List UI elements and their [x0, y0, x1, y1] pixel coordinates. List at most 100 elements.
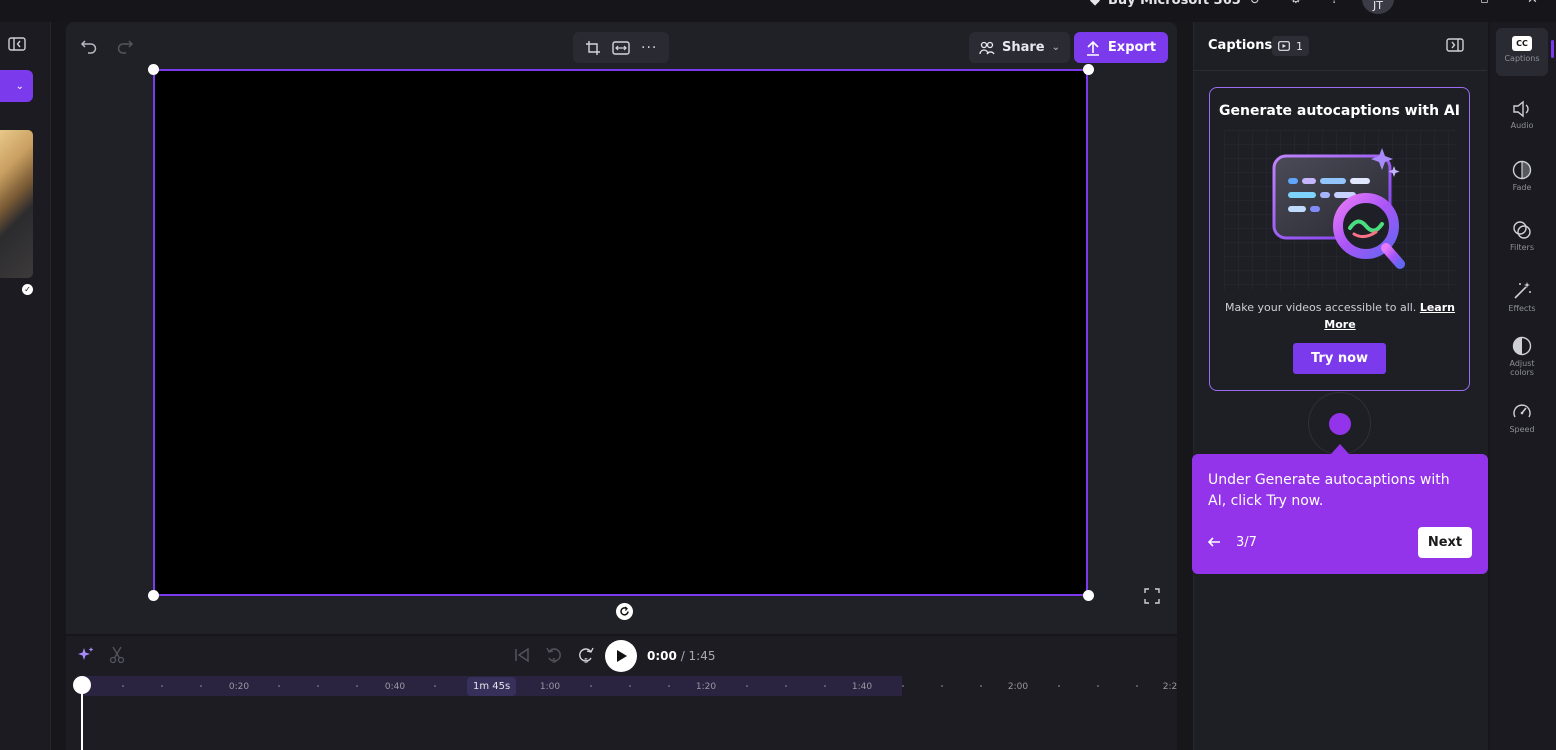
resize-handle-top-right[interactable] — [1083, 64, 1094, 75]
rail-active-indicator — [1551, 40, 1554, 58]
rail-item-fade[interactable]: Fade — [1496, 160, 1548, 192]
more-options-icon[interactable]: ··· — [641, 40, 657, 56]
tick-label: 2:2 — [1162, 682, 1178, 692]
ruler-tick-dot — [590, 685, 592, 687]
tick-label: 1:40 — [851, 682, 873, 692]
ruler-tick-dot — [668, 685, 670, 687]
restore-window-icon[interactable]: ▫ — [1480, 0, 1489, 7]
ruler-tick-dot — [785, 685, 787, 687]
tooltip-text: Under Generate autocaptions with AI, cli… — [1208, 472, 1450, 509]
question-icon[interactable]: ? — [1331, 0, 1338, 7]
buy-microsoft-365-link[interactable]: ◆ Buy Microsoft 365 — [1090, 0, 1241, 8]
upload-icon — [1086, 40, 1100, 56]
resize-handle-bottom-right[interactable] — [1083, 590, 1094, 601]
resize-handle-bottom-left[interactable] — [148, 590, 159, 601]
ruler-tick-dot — [746, 685, 748, 687]
panel-divider — [1193, 70, 1487, 71]
fullscreen-icon[interactable] — [1144, 588, 1160, 604]
close-window-icon[interactable]: ✕ — [1527, 0, 1538, 7]
undo-button[interactable] — [80, 37, 98, 55]
back-arrow-icon[interactable] — [1206, 534, 1222, 550]
rotate-icon[interactable] — [616, 603, 633, 620]
guide-beacon — [1329, 413, 1351, 435]
ruler-tick-dot — [941, 685, 943, 687]
rail-item-captions[interactable]: CC Captions — [1496, 28, 1548, 76]
try-now-button[interactable]: Try now — [1293, 343, 1386, 374]
ruler-tick-dot — [278, 685, 280, 687]
duration-badge: 1m 45s — [467, 677, 517, 696]
media-thumbnail[interactable] — [0, 130, 33, 278]
redo-button[interactable] — [116, 37, 134, 55]
playhead[interactable] — [81, 690, 83, 750]
settings-icon[interactable]: ⚙ — [1290, 0, 1302, 7]
rail-item-filters[interactable]: Filters — [1496, 220, 1548, 252]
ruler-tick-dot — [317, 685, 319, 687]
tooltip-step-counter: 3/7 — [1236, 535, 1257, 550]
rail-label-speed: Speed — [1509, 425, 1535, 434]
adjust-colors-icon — [1512, 336, 1532, 356]
rail-label-filters: Filters — [1510, 243, 1534, 252]
tick-label: 2:00 — [1007, 682, 1029, 692]
diamond-icon: ◆ — [1090, 0, 1100, 8]
magic-wand-icon — [1512, 281, 1532, 301]
rail-label-audio: Audio — [1510, 121, 1534, 130]
chevron-down-icon: ⌄ — [1051, 42, 1060, 53]
ruler-tick-dot — [161, 685, 163, 687]
canvas-toolbar: ··· — [573, 32, 669, 63]
share-button[interactable]: Share ⌄ — [969, 32, 1070, 63]
autocaptions-illustration — [1224, 130, 1456, 290]
sparkle-icon[interactable] — [78, 646, 94, 662]
scissors-icon[interactable] — [109, 646, 125, 664]
collapse-panel-icon[interactable] — [8, 36, 26, 52]
autocaptions-description-text: Make your videos accessible to all. — [1225, 301, 1417, 314]
caption-count-badge: 1 — [1272, 36, 1309, 56]
collapse-panel-icon[interactable] — [1446, 37, 1464, 53]
rail-item-audio[interactable]: Audio — [1496, 100, 1548, 130]
video-preview[interactable] — [153, 69, 1088, 596]
svg-text:5: 5 — [584, 657, 588, 665]
ruler-tick-dot — [122, 685, 124, 687]
rewind-5-icon[interactable]: 5 — [545, 645, 563, 665]
captions-icon: CC — [1512, 36, 1532, 51]
avatar-initials: JT — [1373, 0, 1383, 12]
time-display: 0:00 / 1:45 — [647, 649, 716, 663]
speedometer-icon — [1512, 402, 1532, 422]
help-person-icon[interactable]: ♁ — [1250, 0, 1260, 7]
play-button[interactable] — [605, 640, 637, 672]
resize-handle-top-left[interactable] — [148, 64, 159, 75]
svg-text:5: 5 — [552, 657, 556, 665]
export-button[interactable]: Export — [1074, 32, 1168, 63]
total-time: / 1:45 — [680, 649, 716, 663]
playhead-handle[interactable] — [73, 676, 91, 694]
ruler-tick-dot — [629, 685, 631, 687]
tooltip-pointer — [1331, 444, 1349, 454]
ruler-tick-dot — [200, 685, 202, 687]
add-media-dropdown-button[interactable]: ⌄ — [0, 70, 33, 102]
ruler-tick-dot — [356, 685, 358, 687]
forward-5-icon[interactable]: 5 — [577, 645, 595, 665]
play-icon — [617, 650, 627, 662]
fade-icon — [1512, 160, 1532, 180]
rail-label-effects: Effects — [1508, 304, 1536, 313]
chevron-down-icon: ⌄ — [15, 80, 24, 92]
people-icon — [979, 41, 995, 55]
rail-label-adjust-colors: Adjust colors — [1509, 359, 1535, 377]
tick-label: 0:20 — [228, 682, 250, 692]
autocaptions-description: Make your videos accessible to all. Lear… — [1222, 299, 1458, 333]
caption-count: 1 — [1296, 39, 1303, 53]
tick-label: 0:40 — [384, 682, 406, 692]
skip-to-start-icon[interactable] — [514, 647, 530, 663]
ruler-tick-dot — [1097, 685, 1099, 687]
next-button[interactable]: Next — [1418, 527, 1472, 558]
export-label: Export — [1107, 40, 1157, 55]
share-label: Share — [1001, 40, 1045, 55]
fit-icon[interactable] — [612, 40, 630, 55]
rail-item-speed[interactable]: Speed — [1496, 402, 1548, 434]
rail-item-adjust-colors[interactable]: Adjust colors — [1496, 336, 1548, 377]
rail-item-effects[interactable]: Effects — [1496, 281, 1548, 313]
tick-label: 1:20 — [695, 682, 717, 692]
autocaptions-title: Generate autocaptions with AI — [1219, 103, 1460, 119]
video-icon — [1278, 41, 1290, 51]
crop-icon[interactable] — [585, 40, 601, 56]
rail-label-captions: Captions — [1504, 54, 1540, 63]
